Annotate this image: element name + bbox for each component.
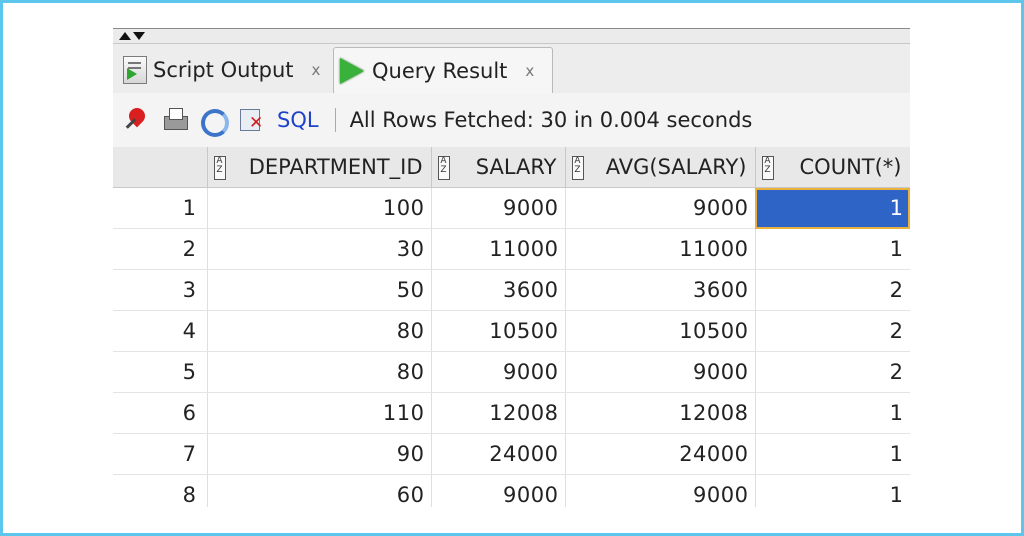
table-row[interactable]: 7 90 24000 24000 1 [113, 433, 910, 475]
cell[interactable]: 2 [755, 310, 910, 352]
table-row[interactable]: 2 30 11000 11000 1 [113, 228, 910, 270]
cell[interactable]: 11000 [565, 228, 756, 270]
column-header-count[interactable]: A Z COUNT(*) [755, 147, 910, 188]
table-row[interactable]: 4 80 10500 10500 2 [113, 310, 910, 352]
close-tab-icon[interactable]: x [525, 62, 534, 80]
cell[interactable]: 24000 [565, 433, 756, 475]
results-grid: A Z DEPARTMENT_ID A Z SALARY A Z AVG(SALARY) A… [113, 147, 910, 507]
column-header-department-id[interactable]: A Z DEPARTMENT_ID [207, 147, 432, 188]
table-row[interactable]: 5 80 9000 9000 2 [113, 351, 910, 393]
cell[interactable]: 110 [207, 392, 432, 434]
sort-az-icon[interactable]: AZ [571, 156, 584, 180]
cell[interactable]: 80 [207, 351, 432, 393]
cell[interactable]: 11000 [431, 228, 566, 270]
table-row[interactable]: 3 50 3600 3600 2 [113, 269, 910, 311]
row-number[interactable]: 7 [113, 433, 208, 475]
row-number[interactable]: 6 [113, 392, 208, 434]
sql-link[interactable]: SQL [277, 108, 319, 132]
results-panel: Script Output x Query Result x SQL All R… [113, 28, 910, 507]
cell[interactable]: 24000 [431, 433, 566, 475]
cell[interactable]: 12008 [565, 392, 756, 434]
toolbar-separator [334, 108, 336, 132]
tab-query-result[interactable]: Query Result x [333, 47, 553, 94]
sort-az-icon[interactable]: AZ [213, 156, 226, 180]
cell[interactable]: 9000 [431, 474, 566, 507]
tab-bar: Script Output x Query Result x [113, 43, 910, 94]
close-tab-icon[interactable]: x [312, 61, 321, 79]
cell[interactable]: 2 [755, 351, 910, 393]
refresh-icon[interactable] [199, 106, 229, 137]
tab-script-output[interactable]: Script Output x [119, 47, 337, 93]
cell[interactable]: 1 [755, 228, 910, 270]
row-number[interactable]: 8 [113, 474, 208, 507]
maximize-arrow-icon[interactable] [119, 32, 131, 40]
cell[interactable]: 10500 [431, 310, 566, 352]
cell[interactable]: 1 [755, 433, 910, 475]
sort-az-icon[interactable]: AZ [761, 156, 774, 180]
cell[interactable]: 9000 [431, 351, 566, 393]
table-row[interactable]: 1 100 9000 9000 1 [113, 187, 910, 229]
script-output-icon [123, 56, 147, 84]
print-icon[interactable] [161, 106, 189, 134]
cell[interactable]: 60 [207, 474, 432, 507]
minimize-arrow-icon[interactable] [133, 32, 145, 40]
results-table: A Z DEPARTMENT_ID A Z SALARY A Z AVG(SALARY) A… [113, 147, 910, 507]
cell[interactable]: 3600 [565, 269, 756, 311]
tab-label: Script Output [153, 58, 294, 82]
sort-az-icon[interactable]: AZ [437, 156, 450, 180]
cell[interactable]: 12008 [431, 392, 566, 434]
row-number[interactable]: 4 [113, 310, 208, 352]
fetch-status: All Rows Fetched: 30 in 0.004 seconds [349, 108, 753, 132]
results-toolbar: SQL All Rows Fetched: 30 in 0.004 second… [113, 93, 910, 147]
row-number[interactable]: 3 [113, 269, 208, 311]
row-number[interactable]: 2 [113, 228, 208, 270]
cell[interactable]: 100 [207, 187, 432, 229]
cell[interactable]: 3600 [431, 269, 566, 311]
cell[interactable]: 90 [207, 433, 432, 475]
table-row[interactable]: 8 60 9000 9000 1 [113, 474, 910, 507]
row-number[interactable]: 5 [113, 351, 208, 393]
tab-label: Query Result [372, 59, 508, 83]
cell[interactable]: 9000 [565, 351, 756, 393]
cell[interactable]: 9000 [565, 474, 756, 507]
selected-cell[interactable]: 1 [755, 187, 910, 229]
cell[interactable]: 50 [207, 269, 432, 311]
cell[interactable]: 2 [755, 269, 910, 311]
column-header-avg-salary[interactable]: A Z AVG(SALARY) [565, 147, 756, 188]
cell[interactable]: 30 [207, 228, 432, 270]
cell[interactable]: 10500 [565, 310, 756, 352]
column-header-salary[interactable]: A Z SALARY [431, 147, 566, 188]
play-icon [340, 58, 364, 84]
header-row: A Z DEPARTMENT_ID A Z SALARY A Z AVG(SALARY) A… [113, 147, 910, 188]
panel-minmax-controls[interactable] [119, 30, 159, 42]
cell[interactable]: 1 [755, 392, 910, 434]
cell[interactable]: 80 [207, 310, 432, 352]
cell[interactable]: 1 [755, 474, 910, 507]
delete-icon[interactable] [237, 106, 265, 134]
row-number-header[interactable] [113, 147, 208, 188]
pin-icon[interactable] [123, 106, 151, 134]
row-number[interactable]: 1 [113, 187, 208, 229]
cell[interactable]: 9000 [565, 187, 756, 229]
cell[interactable]: 9000 [431, 187, 566, 229]
table-row[interactable]: 6 110 12008 12008 1 [113, 392, 910, 434]
